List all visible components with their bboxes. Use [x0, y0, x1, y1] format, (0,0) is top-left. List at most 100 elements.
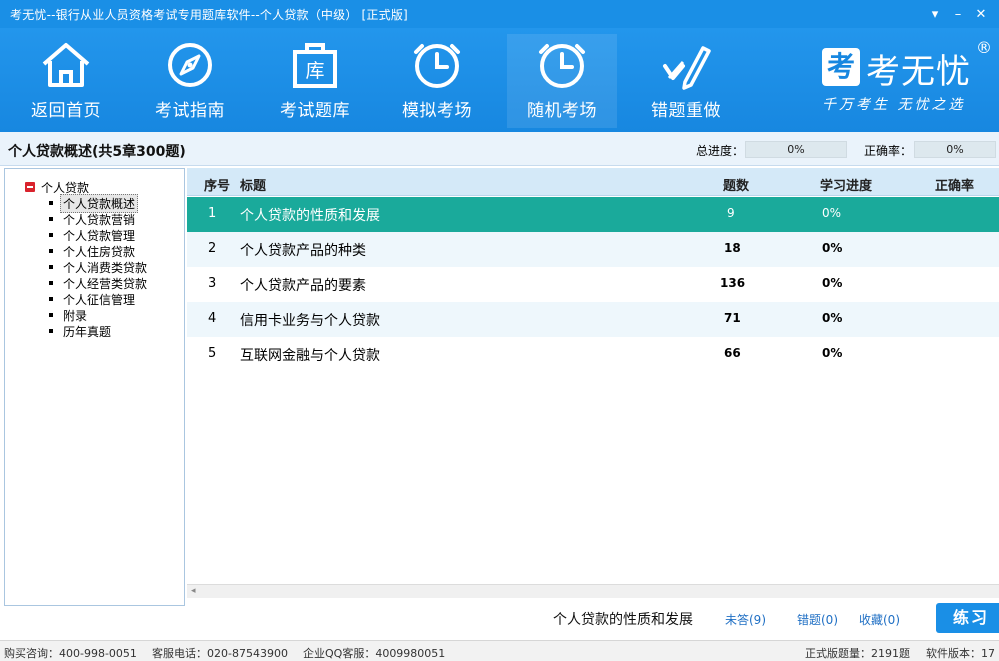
bullet-icon: [49, 281, 53, 285]
exam-guide-label: 考试指南: [155, 101, 225, 121]
tree-item-label: 个人贷款管理: [63, 228, 136, 243]
table-row[interactable]: 3 个人贷款产品的要素 136 0%: [187, 267, 999, 302]
row-progress: 0%: [822, 206, 842, 220]
table-header: 序号 标题 题数 学习进度 正确率: [187, 168, 999, 196]
row-progress: 0%: [822, 276, 843, 290]
row-title: 个人贷款产品的种类: [240, 243, 366, 259]
home-button[interactable]: 返回首页: [11, 34, 121, 128]
column-header-accuracy[interactable]: 正确率: [935, 175, 974, 194]
bullet-icon: [49, 313, 53, 317]
row-title: 个人贷款的性质和发展: [240, 208, 380, 224]
collapse-icon[interactable]: [25, 182, 35, 192]
unanswered-link[interactable]: 未答(9): [725, 611, 766, 628]
tree-item-label: 个人经营类贷款: [63, 276, 148, 291]
question-bank-label: 考试题库: [280, 101, 350, 121]
row-progress: 0%: [822, 346, 843, 360]
tree-item-past-exams[interactable]: 历年真题: [45, 323, 111, 339]
total-progress-value: 0%: [787, 143, 805, 156]
redo-wrong-label: 错题重做: [651, 101, 721, 121]
random-exam-label: 随机考场: [527, 101, 597, 121]
accuracy-label: 正确率：: [864, 144, 913, 158]
column-header-progress[interactable]: 学习进度: [820, 175, 872, 194]
tree-item-label: 个人住房贷款: [63, 244, 136, 259]
row-progress: 0%: [822, 241, 843, 255]
question-bank-button[interactable]: 库 考试题库: [260, 34, 370, 128]
row-count: 9: [727, 206, 735, 220]
menu-dropdown-icon[interactable]: ▾: [925, 4, 945, 24]
bullet-icon: [49, 329, 53, 333]
total-progress-label: 总进度：: [696, 144, 745, 158]
row-number: 4: [208, 311, 217, 326]
mock-exam-button[interactable]: 模拟考场: [382, 34, 492, 128]
brand-slogan: 千万考生 无忧之选: [822, 97, 966, 113]
row-number: 1: [208, 206, 217, 221]
close-button[interactable]: ✕: [971, 4, 991, 24]
column-header-count[interactable]: 题数: [723, 175, 749, 194]
page-title: 个人贷款概述(共5章300题): [8, 144, 186, 160]
table-row[interactable]: 2 个人贷款产品的种类 18 0%: [187, 232, 999, 267]
row-title: 个人贷款产品的要素: [240, 278, 366, 294]
row-count: 136: [720, 276, 746, 290]
chapter-header: 个人贷款概述(共5章300题) 总进度： 0% 正确率： 0%: [0, 132, 999, 166]
service-phone: 客服电话：020-87543900: [152, 647, 288, 660]
tree-item-label: 个人消费类贷款: [63, 260, 148, 275]
current-section-title: 个人贷款的性质和发展: [553, 612, 693, 628]
tree-item-label: 个人贷款营销: [63, 212, 136, 227]
software-version: 软件版本：17: [926, 647, 995, 660]
tree-item-label: 个人征信管理: [63, 292, 136, 307]
table-row[interactable]: 4 信用卡业务与个人贷款 71 0%: [187, 302, 999, 337]
tree-item-credit[interactable]: 个人征信管理: [45, 291, 135, 307]
table-row[interactable]: 1 个人贷款的性质和发展 9 0%: [187, 197, 999, 232]
tree-item-appendix[interactable]: 附录: [45, 307, 87, 323]
tree-item-overview[interactable]: 个人贷款概述: [45, 193, 139, 213]
question-count: 正式版题量：2191题: [805, 647, 910, 660]
clock-icon: [414, 44, 460, 88]
row-number: 3: [208, 276, 217, 291]
favorites-link[interactable]: 收藏(0): [859, 611, 900, 628]
redo-wrong-button[interactable]: 错题重做: [631, 34, 741, 128]
svg-text:库: 库: [305, 60, 324, 82]
row-title: 信用卡业务与个人贷款: [240, 313, 380, 329]
chapter-tree: 个人贷款 个人贷款概述 个人贷款营销 个人贷款管理 个人住房贷款 个人消费类贷款…: [4, 168, 185, 606]
tree-item-label: 附录: [63, 308, 88, 323]
row-number: 5: [208, 346, 217, 361]
scroll-left-icon[interactable]: ◂: [191, 586, 196, 596]
tree-item-business[interactable]: 个人经营类贷款: [45, 275, 147, 291]
wrong-answers-link[interactable]: 错题(0): [797, 611, 838, 628]
practice-button[interactable]: 练习: [936, 603, 999, 633]
window-title: 考无忧--银行从业人员资格考试专用题库软件--个人贷款（中级） [正式版]: [10, 8, 408, 22]
minimize-button[interactable]: –: [948, 4, 968, 24]
home-label: 返回首页: [31, 101, 101, 121]
registered-mark: ®: [976, 38, 992, 57]
row-count: 66: [724, 346, 741, 360]
compass-icon: [168, 43, 212, 87]
accuracy-bar: 0%: [914, 141, 996, 158]
action-bar: 个人贷款的性质和发展 未答(9) 错题(0) 收藏(0) 练习: [187, 598, 999, 636]
tree-item-management[interactable]: 个人贷款管理: [45, 227, 135, 243]
tree-item-label: 历年真题: [63, 324, 112, 339]
row-title: 互联网金融与个人贷款: [240, 348, 380, 364]
section-table: 序号 标题 题数 学习进度 正确率 1 个人贷款的性质和发展 9 0% 2 个人…: [187, 168, 999, 598]
qq-service: 企业QQ客服：4009980051: [303, 647, 446, 660]
horizontal-scrollbar[interactable]: ◂: [187, 584, 999, 598]
bullet-icon: [49, 297, 53, 301]
random-exam-button[interactable]: 随机考场: [507, 34, 617, 128]
tree-item-marketing[interactable]: 个人贷款营销: [45, 211, 135, 227]
brand-logo: 考 考无忧 ® 千万考生 无忧之选: [820, 38, 998, 124]
bullet-icon: [49, 217, 53, 221]
row-count: 71: [724, 311, 741, 325]
tree-item-housing[interactable]: 个人住房贷款: [45, 243, 135, 259]
brand-name: 考无忧: [866, 52, 971, 92]
mock-exam-label: 模拟考场: [402, 101, 472, 121]
main-toolbar: 返回首页 考试指南 库 考试题库 模拟考场 随机考场 错题重做 考 考无忧 ® …: [0, 28, 999, 132]
accuracy-value: 0%: [946, 143, 964, 156]
exam-guide-button[interactable]: 考试指南: [135, 34, 245, 128]
tree-item-consumer[interactable]: 个人消费类贷款: [45, 259, 147, 275]
column-header-no[interactable]: 序号: [204, 175, 230, 194]
column-header-title[interactable]: 标题: [240, 175, 266, 194]
status-bar: 购买咨询：400-998-0051 客服电话：020-87543900 企业QQ…: [0, 640, 999, 661]
brand-mark: 考: [822, 48, 860, 86]
home-icon: [42, 43, 90, 87]
table-row[interactable]: 5 互联网金融与个人贷款 66 0%: [187, 337, 999, 372]
row-number: 2: [208, 241, 217, 256]
